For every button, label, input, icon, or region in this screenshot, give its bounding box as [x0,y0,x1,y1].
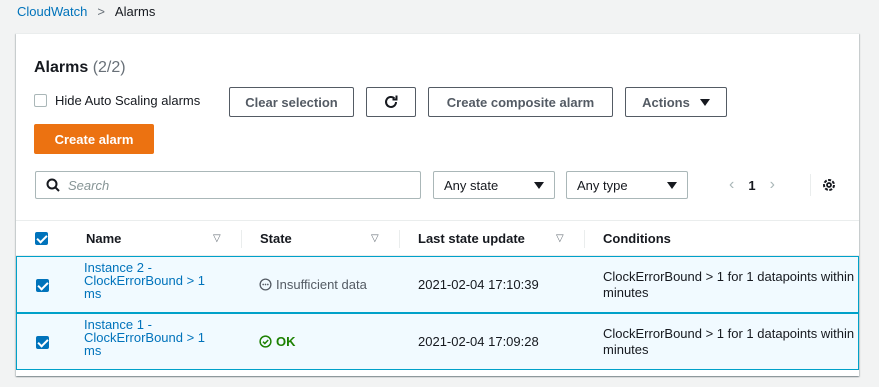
row-checkbox[interactable] [36,279,49,292]
search-input[interactable] [68,177,398,193]
refresh-button[interactable] [366,87,416,117]
breadcrumb-separator: > [97,4,105,19]
state-filter-select[interactable]: Any state [433,171,555,199]
refresh-icon [385,95,398,108]
clear-selection-button[interactable]: Clear selection [229,87,354,117]
page-title: Alarms (2/2) [34,59,126,77]
clear-selection-label: Clear selection [245,94,338,110]
insufficient-data-icon [259,278,272,291]
alarm-state-label: Insufficient data [276,277,367,292]
pagination: ‹ 1 › [729,172,775,198]
conditions: ClockErrorBound > 1 for 1 datapoints wit… [603,269,855,300]
create-alarm-label: Create alarm [54,131,134,147]
column-divider [584,230,585,248]
table-row[interactable]: Instance 2 - ClockErrorBound > 1 ms Insu… [16,256,859,313]
alarm-name-link[interactable]: Instance 1 - ClockErrorBound > 1 ms [84,318,224,357]
type-filter-select[interactable]: Any type [566,171,688,199]
alarm-count: (2/2) [92,59,126,76]
sort-icon[interactable]: ▽ [556,233,564,244]
select-all-checkbox[interactable] [35,232,48,245]
sort-icon[interactable]: ▽ [371,233,379,244]
type-filter-value: Any type [577,177,628,193]
last-update: 2021-02-04 17:09:28 [418,334,539,349]
column-divider [241,230,242,248]
hide-autoscaling-label: Hide Auto Scaling alarms [55,93,201,108]
create-alarm-button[interactable]: Create alarm [34,124,154,154]
alarm-name-link[interactable]: Instance 2 - ClockErrorBound > 1 ms [84,261,224,300]
caret-down-icon [534,181,544,189]
column-conditions[interactable]: Conditions [603,231,671,246]
column-last-update[interactable]: Last state update [418,231,525,246]
column-divider [399,230,400,248]
previous-page-icon[interactable]: ‹ [729,176,734,194]
title-text: Alarms [34,59,89,76]
create-composite-label: Create composite alarm [446,94,595,110]
check-circle-icon [259,335,272,348]
conditions: ClockErrorBound > 1 for 1 datapoints wit… [603,326,855,357]
state-filter-value: Any state [444,177,499,193]
alarm-state: OK [259,334,296,349]
divider [810,174,811,196]
caret-down-icon [667,181,677,189]
settings-gear-icon[interactable] [821,177,837,193]
hide-autoscaling-checkbox[interactable] [34,94,47,107]
last-update: 2021-02-04 17:10:39 [418,277,539,292]
breadcrumb-current: Alarms [114,4,156,19]
table-header: Name ▽ State ▽ Last state update ▽ Condi… [16,220,859,256]
alarm-state-label: OK [276,334,296,349]
search-icon [46,178,60,192]
column-state[interactable]: State [260,231,292,246]
breadcrumb-cloudwatch-link[interactable]: CloudWatch [17,4,87,19]
actions-button[interactable]: Actions [625,87,727,117]
create-composite-alarm-button[interactable]: Create composite alarm [428,87,613,117]
current-page[interactable]: 1 [748,178,755,193]
column-name[interactable]: Name [86,231,121,246]
row-checkbox[interactable] [36,336,49,349]
actions-label: Actions [642,94,690,110]
hide-autoscaling-toggle[interactable]: Hide Auto Scaling alarms [34,93,200,108]
next-page-icon[interactable]: › [770,176,775,194]
sort-icon[interactable]: ▽ [213,233,221,244]
breadcrumb: CloudWatch > Alarms [17,4,155,19]
caret-down-icon [699,98,710,106]
alarm-state: Insufficient data [259,277,367,292]
table-row[interactable]: Instance 1 - ClockErrorBound > 1 ms OK 2… [16,313,859,370]
alarms-panel: Alarms (2/2) Hide Auto Scaling alarms Cl… [16,33,859,376]
search-box[interactable] [35,171,421,199]
